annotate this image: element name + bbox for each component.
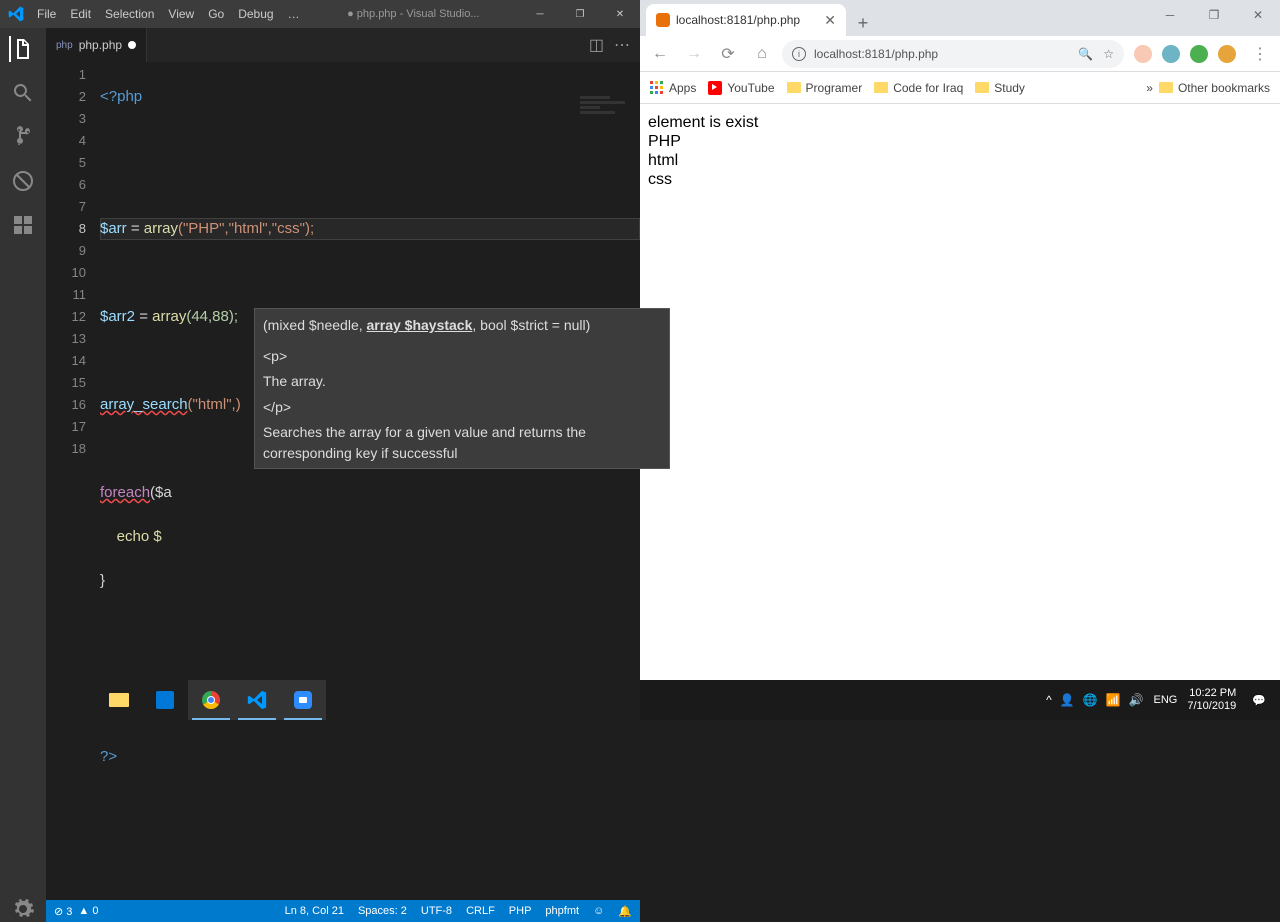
bookmark-youtube[interactable]: YouTube xyxy=(708,81,774,95)
folder-icon xyxy=(874,82,888,93)
favicon-icon xyxy=(656,13,670,27)
activity-bar xyxy=(0,28,46,922)
tray-network-icon[interactable]: 🌐 xyxy=(1083,693,1098,707)
status-formatter[interactable]: phpfmt xyxy=(545,905,579,918)
menu-view[interactable]: View xyxy=(161,3,201,25)
folder-icon xyxy=(975,82,989,93)
page-text: element is exist xyxy=(648,114,1272,132)
tab-label: php.php xyxy=(79,38,122,52)
extensions-icon[interactable] xyxy=(10,212,36,238)
bookmark-folder[interactable]: Programer xyxy=(787,81,863,95)
tray-wifi-icon[interactable]: 📶 xyxy=(1106,693,1121,707)
tray-people-icon[interactable]: 👤 xyxy=(1060,693,1075,707)
chrome-tabstrip: localhost:8181/php.php ✕ + ─ ❐ ✕ xyxy=(640,0,1280,36)
extension-icon[interactable] xyxy=(1162,45,1180,63)
page-text: PHP xyxy=(648,133,1272,151)
site-info-icon[interactable]: i xyxy=(792,47,806,61)
chrome-close-button[interactable]: ✕ xyxy=(1236,0,1280,30)
folder-icon xyxy=(1159,82,1173,93)
menu-edit[interactable]: Edit xyxy=(63,3,98,25)
tab-close-icon[interactable]: ✕ xyxy=(824,12,836,29)
status-lang[interactable]: PHP xyxy=(509,905,532,918)
tab-php[interactable]: php php.php xyxy=(46,28,147,62)
zoom-icon[interactable]: 🔍 xyxy=(1078,47,1093,61)
chrome-window: localhost:8181/php.php ✕ + ─ ❐ ✕ ← → ⟳ ⌂… xyxy=(640,0,1280,680)
new-tab-button[interactable]: + xyxy=(850,10,876,36)
tray-up-icon[interactable]: ^ xyxy=(1046,693,1052,707)
status-spaces[interactable]: Spaces: 2 xyxy=(358,905,407,918)
extension-icon[interactable] xyxy=(1134,45,1152,63)
menu-go[interactable]: Go xyxy=(201,3,231,25)
status-encoding[interactable]: UTF-8 xyxy=(421,905,452,918)
maximize-button[interactable]: ❐ xyxy=(560,0,600,28)
extension-icon[interactable] xyxy=(1218,45,1236,63)
chrome-minimize-button[interactable]: ─ xyxy=(1148,0,1192,30)
close-button[interactable]: ✕ xyxy=(600,0,640,28)
bookmarks-bar: Apps YouTube Programer Code for Iraq Stu… xyxy=(640,72,1280,104)
php-file-icon: php xyxy=(56,40,73,51)
status-warnings[interactable]: ▲ 0 xyxy=(78,905,98,917)
signature-help-tooltip: (mixed $needle, array $haystack, bool $s… xyxy=(254,308,670,469)
home-button[interactable]: ⌂ xyxy=(748,40,776,68)
reload-button[interactable]: ⟳ xyxy=(714,40,742,68)
chrome-tab[interactable]: localhost:8181/php.php ✕ xyxy=(646,4,846,36)
menu-file[interactable]: File xyxy=(30,3,63,25)
bookmark-star-icon[interactable]: ☆ xyxy=(1103,47,1114,61)
status-cursor[interactable]: Ln 8, Col 21 xyxy=(285,905,344,918)
explorer-icon[interactable] xyxy=(9,36,35,62)
settings-icon[interactable] xyxy=(10,896,36,922)
tray-volume-icon[interactable]: 🔊 xyxy=(1129,693,1144,707)
bookmark-folder[interactable]: Code for Iraq xyxy=(874,81,963,95)
source-control-icon[interactable] xyxy=(10,124,36,150)
minimap[interactable] xyxy=(580,96,640,216)
page-text: html xyxy=(648,152,1272,170)
minimize-button[interactable]: ─ xyxy=(520,0,560,28)
split-editor-icon[interactable]: ◫ xyxy=(589,35,604,55)
more-actions-icon[interactable]: ⋯ xyxy=(614,35,630,55)
line-gutter: 123456789101112131415161718 xyxy=(46,62,100,900)
code-content[interactable]: <?php $arr = array("PHP","html","css"); … xyxy=(100,62,640,900)
youtube-icon xyxy=(708,81,722,95)
chrome-toolbar: ← → ⟳ ⌂ i localhost:8181/php.php 🔍 ☆ ⋮ xyxy=(640,36,1280,72)
bookmark-apps[interactable]: Apps xyxy=(650,81,696,95)
modified-indicator-icon xyxy=(128,41,136,49)
folder-icon xyxy=(787,82,801,93)
action-center-icon[interactable]: 💬 xyxy=(1246,694,1272,707)
window-title: ● php.php - Visual Studio... xyxy=(307,8,520,20)
apps-icon xyxy=(650,81,664,95)
status-feedback-icon[interactable]: ☺ xyxy=(593,905,604,918)
vscode-titlebar: File Edit Selection View Go Debug … ● ph… xyxy=(0,0,640,28)
chrome-maximize-button[interactable]: ❐ xyxy=(1192,0,1236,30)
extension-icon[interactable] xyxy=(1190,45,1208,63)
editor-tabs: php php.php ◫ ⋯ xyxy=(46,28,640,62)
status-eol[interactable]: CRLF xyxy=(466,905,495,918)
back-button[interactable]: ← xyxy=(646,40,674,68)
bookmark-folder[interactable]: Study xyxy=(975,81,1025,95)
chrome-tab-title: localhost:8181/php.php xyxy=(676,13,800,27)
vscode-logo-icon xyxy=(8,6,24,22)
tray-language[interactable]: ENG xyxy=(1154,694,1178,706)
page-text: css xyxy=(648,171,1272,189)
status-bar: ⊘ 3 ▲ 0 Ln 8, Col 21 Spaces: 2 UTF-8 CRL… xyxy=(46,900,640,922)
menu-selection[interactable]: Selection xyxy=(98,3,161,25)
search-icon[interactable] xyxy=(10,80,36,106)
status-errors[interactable]: ⊘ 3 xyxy=(54,905,72,918)
menu-more[interactable]: … xyxy=(281,3,307,25)
address-bar[interactable]: i localhost:8181/php.php 🔍 ☆ xyxy=(782,40,1124,68)
other-bookmarks[interactable]: Other bookmarks xyxy=(1159,81,1270,95)
vscode-window: File Edit Selection View Go Debug … ● ph… xyxy=(0,0,640,680)
bookmarks-overflow-icon[interactable]: » xyxy=(1146,81,1153,95)
page-content: element is exist PHP html css xyxy=(640,104,1280,680)
code-editor[interactable]: 123456789101112131415161718 <?php $arr =… xyxy=(46,62,640,900)
url-text: localhost:8181/php.php xyxy=(814,47,938,61)
forward-button[interactable]: → xyxy=(680,40,708,68)
tray-clock[interactable]: 10:22 PM 7/10/2019 xyxy=(1187,687,1236,713)
debug-icon[interactable] xyxy=(10,168,36,194)
chrome-menu-icon[interactable]: ⋮ xyxy=(1246,40,1274,68)
menu-debug[interactable]: Debug xyxy=(231,3,280,25)
status-bell-icon[interactable]: 🔔 xyxy=(618,905,632,918)
